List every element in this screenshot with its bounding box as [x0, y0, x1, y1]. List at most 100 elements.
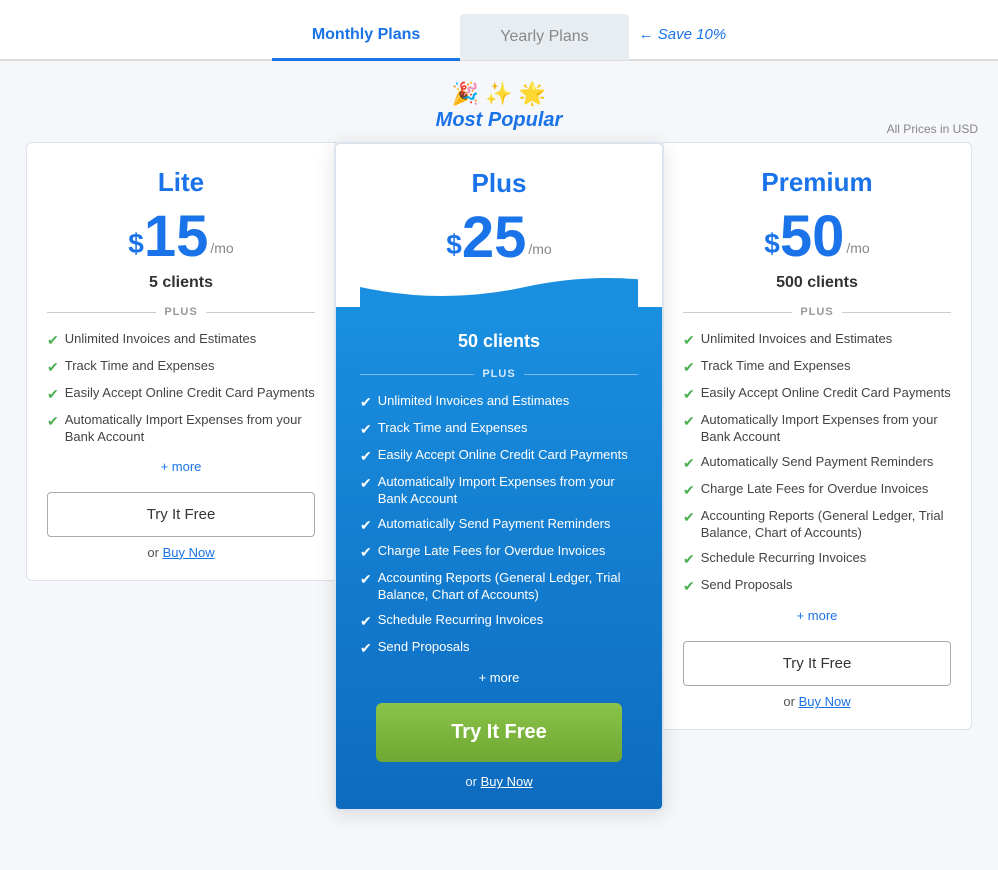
price-row-plus: $ 25 /mo	[360, 209, 638, 267]
try-free-button-premium[interactable]: Try It Free	[683, 641, 951, 686]
divider-line-left	[47, 312, 156, 313]
tab-yearly[interactable]: Yearly Plans	[460, 14, 628, 60]
plus-divider-lite: PLUS	[47, 306, 315, 318]
check-icon: ✔	[683, 577, 695, 596]
or-buy-plus: or Buy Now	[360, 774, 638, 789]
plus-top-section: Plus $ 25 /mo	[336, 144, 662, 307]
plan-name-premium: Premium	[683, 167, 951, 198]
plus-divider-premium: PLUS	[683, 306, 951, 318]
plus-divider-plus: PLUS	[360, 368, 638, 380]
price-amount-plus: 25	[462, 209, 527, 267]
price-row-premium: $ 50 /mo	[683, 208, 951, 266]
price-amount-lite: 15	[144, 208, 209, 266]
price-period-lite: /mo	[210, 240, 233, 256]
check-icon: ✔	[683, 481, 695, 500]
check-icon: ✔	[360, 393, 372, 412]
confetti-decoration: 🎉 ✨ 🌟	[10, 81, 988, 107]
feature-item: ✔Accounting Reports (General Ledger, Tri…	[683, 507, 951, 542]
buy-now-link-premium[interactable]: Buy Now	[799, 694, 851, 709]
feature-item: ✔Easily Accept Online Credit Card Paymen…	[47, 384, 315, 404]
feature-item: ✔Unlimited Invoices and Estimates	[47, 330, 315, 350]
clients-plus: 50 clients	[360, 331, 638, 352]
feature-item: ✔Send Proposals	[360, 638, 638, 658]
feature-item: ✔Schedule Recurring Invoices	[360, 611, 638, 631]
feature-item: ✔Charge Late Fees for Overdue Invoices	[683, 480, 951, 500]
popular-badge: 🎉 ✨ 🌟 Most Popular	[10, 81, 988, 132]
tab-monthly[interactable]: Monthly Plans	[272, 12, 460, 61]
check-icon: ✔	[47, 331, 59, 350]
popular-text: Most Popular	[420, 109, 579, 131]
more-link-lite[interactable]: + more	[47, 458, 315, 476]
check-icon: ✔	[47, 358, 59, 377]
check-icon: ✔	[683, 385, 695, 404]
pricing-cards: Lite $ 15 /mo 5 clients PLUS ✔Unlimited …	[10, 142, 988, 811]
feature-item: ✔Automatically Send Payment Reminders	[683, 453, 951, 473]
feature-item: ✔Unlimited Invoices and Estimates	[360, 392, 638, 412]
or-buy-lite: or Buy Now	[47, 545, 315, 560]
main-content: 🎉 ✨ 🌟 Most Popular All Prices in USD Lit…	[0, 61, 998, 841]
price-dollar-lite: $	[128, 230, 144, 258]
check-icon: ✔	[360, 474, 372, 493]
feature-item: ✔Unlimited Invoices and Estimates	[683, 330, 951, 350]
feature-item: ✔Automatically Import Expenses from your…	[683, 411, 951, 446]
check-icon: ✔	[360, 420, 372, 439]
price-amount-premium: 50	[780, 208, 845, 266]
price-row-lite: $ 15 /mo	[47, 208, 315, 266]
feature-item: ✔Send Proposals	[683, 576, 951, 596]
buy-now-link-plus[interactable]: Buy Now	[481, 774, 533, 789]
divider-line-right	[842, 312, 951, 313]
plan-card-premium: Premium $ 50 /mo 500 clients PLUS ✔Unlim…	[662, 142, 972, 730]
check-icon: ✔	[360, 570, 372, 589]
plus-bottom-section: 50 clients PLUS ✔Unlimited Invoices and …	[336, 307, 662, 809]
try-free-button-lite[interactable]: Try It Free	[47, 492, 315, 537]
check-icon: ✔	[683, 358, 695, 377]
wave-divider	[360, 277, 638, 307]
feature-item: ✔Easily Accept Online Credit Card Paymen…	[360, 446, 638, 466]
check-icon: ✔	[683, 550, 695, 569]
more-link-plus[interactable]: + more	[360, 669, 638, 687]
plan-card-plus: Plus $ 25 /mo 50 clients PLUS	[334, 142, 664, 811]
check-icon: ✔	[683, 508, 695, 527]
plus-label-lite: PLUS	[164, 306, 197, 318]
plus-label-premium: PLUS	[800, 306, 833, 318]
features-list-premium: ✔Unlimited Invoices and Estimates ✔Track…	[683, 330, 951, 595]
check-icon: ✔	[360, 516, 372, 535]
divider-line-left	[683, 312, 792, 313]
check-icon: ✔	[360, 447, 372, 466]
check-icon: ✔	[47, 385, 59, 404]
price-period-premium: /mo	[846, 240, 869, 256]
features-list-lite: ✔Unlimited Invoices and Estimates ✔Track…	[47, 330, 315, 446]
feature-item: ✔Automatically Send Payment Reminders	[360, 515, 638, 535]
or-buy-premium: or Buy Now	[683, 694, 951, 709]
buy-now-link-lite[interactable]: Buy Now	[163, 545, 215, 560]
check-icon: ✔	[683, 412, 695, 431]
more-link-premium[interactable]: + more	[683, 607, 951, 625]
check-icon: ✔	[360, 639, 372, 658]
feature-item: ✔Easily Accept Online Credit Card Paymen…	[683, 384, 951, 404]
tabs-bar: Monthly Plans Yearly Plans ← Save 10%	[0, 0, 998, 61]
price-dollar-plus: $	[446, 231, 462, 259]
plan-name-lite: Lite	[47, 167, 315, 198]
price-dollar-premium: $	[764, 230, 780, 258]
check-icon: ✔	[47, 412, 59, 431]
clients-premium: 500 clients	[683, 274, 951, 292]
more-link-anchor-lite[interactable]: + more	[161, 459, 202, 474]
price-period-plus: /mo	[528, 241, 551, 257]
plus-label-plus: PLUS	[482, 368, 515, 380]
feature-item: ✔Charge Late Fees for Overdue Invoices	[360, 542, 638, 562]
clients-lite: 5 clients	[47, 274, 315, 292]
save-label: ← Save 10%	[639, 26, 727, 43]
features-list-plus: ✔Unlimited Invoices and Estimates ✔Track…	[360, 392, 638, 657]
divider-line-right-white	[524, 374, 638, 375]
check-icon: ✔	[683, 331, 695, 350]
feature-item: ✔Track Time and Expenses	[47, 357, 315, 377]
check-icon: ✔	[360, 612, 372, 631]
feature-item: ✔Schedule Recurring Invoices	[683, 549, 951, 569]
plan-card-lite: Lite $ 15 /mo 5 clients PLUS ✔Unlimited …	[26, 142, 336, 581]
feature-item: ✔Track Time and Expenses	[683, 357, 951, 377]
try-free-button-plus[interactable]: Try It Free	[376, 703, 622, 762]
feature-item: ✔Accounting Reports (General Ledger, Tri…	[360, 569, 638, 604]
more-link-anchor-premium[interactable]: + more	[797, 608, 838, 623]
more-link-anchor-plus[interactable]: + more	[479, 670, 520, 685]
check-icon: ✔	[360, 543, 372, 562]
